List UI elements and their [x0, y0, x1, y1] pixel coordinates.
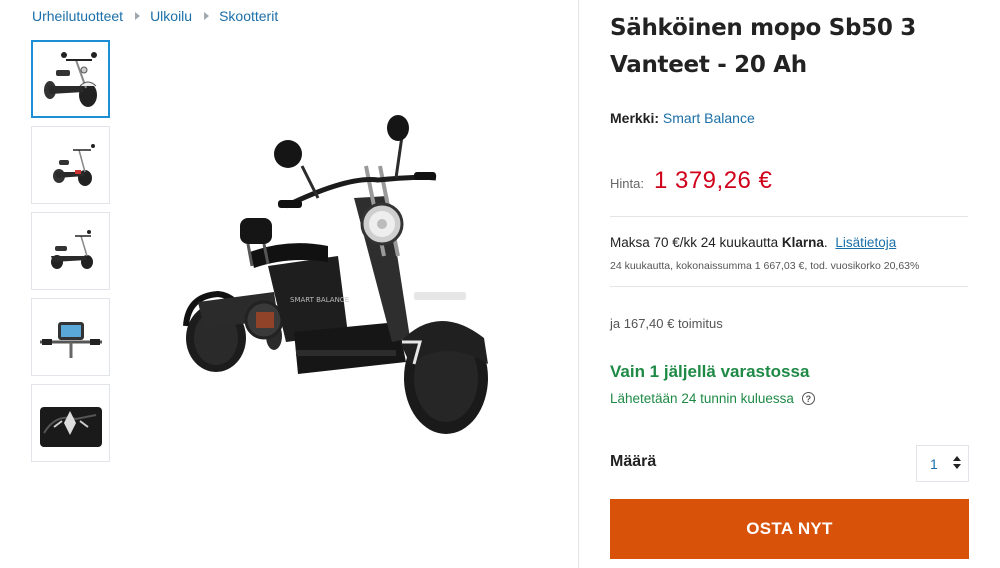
klarna-brand: Klarna [781, 235, 824, 250]
price-row: Hinta: 1 379,26 € [610, 167, 772, 195]
main-product-image[interactable]: SMART BALANCE [178, 106, 508, 441]
thumbnail-list [31, 40, 110, 470]
quantity-label: Määrä [610, 453, 657, 470]
scooter-profile-image [50, 230, 93, 269]
seat-detail-image [39, 407, 102, 447]
shipping-cost: ja 167,40 € toimitus [610, 316, 723, 331]
klarna-terms: 24 kuukautta, kokonaissumma 1 667,03 €, … [610, 260, 920, 272]
thumbnail-5[interactable] [31, 384, 110, 462]
delivery-info: Lähetetään 24 tunnin kuluessa ? [610, 391, 815, 406]
klarna-financing: Maksa 70 €/kk 24 kuukautta Klarna. Lisät… [610, 235, 896, 250]
dashboard-image [39, 322, 102, 358]
breadcrumb-link-ulkoilu[interactable]: Ulkoilu [150, 8, 192, 24]
scooter-side-image [52, 144, 95, 186]
chevron-right-icon [135, 12, 141, 20]
breadcrumb-link-skootterit[interactable]: Skootterit [219, 8, 278, 24]
arrow-down-icon[interactable] [953, 464, 961, 469]
help-icon[interactable]: ? [801, 392, 815, 405]
klarna-text: Maksa 70 €/kk 24 kuukautta [610, 235, 782, 250]
product-title: Sähköinen mopo Sb50 3 Vanteet - 20 Ah [610, 15, 916, 78]
thumbnail-2[interactable] [31, 126, 110, 204]
breadcrumb-link-urheilutuotteet[interactable]: Urheilutuotteet [32, 8, 123, 24]
klarna-dot: . [823, 235, 828, 250]
quantity-value: 1 [930, 455, 938, 472]
stock-status: Vain 1 jäljellä varastossa [610, 362, 810, 381]
delivery-text: Lähetetään 24 tunnin kuluessa [610, 391, 794, 406]
brand-label: Merkki: [610, 110, 660, 126]
thumbnail-1[interactable] [31, 40, 110, 118]
thumbnail-3[interactable] [31, 212, 110, 290]
quantity-stepper[interactable]: 1 [916, 445, 969, 482]
buy-now-button[interactable]: OSTA NYT [610, 499, 969, 559]
svg-text:SMART BALANCE: SMART BALANCE [290, 296, 349, 304]
brand-link[interactable]: Smart Balance [663, 110, 755, 126]
electric-trike-image: SMART BALANCE [183, 115, 488, 434]
brand-row: Merkki: Smart Balance [610, 110, 755, 126]
stepper-arrows-icon[interactable] [953, 456, 961, 469]
price-value: 1 379,26 € [653, 167, 773, 194]
breadcrumb: Urheilutuotteet Ulkoilu Skootterit [32, 8, 278, 24]
scooter-front-image [43, 52, 97, 107]
thumbnail-4[interactable] [31, 298, 110, 376]
divider [610, 216, 968, 217]
divider [610, 286, 968, 287]
arrow-up-icon[interactable] [953, 456, 961, 461]
chevron-right-icon [204, 12, 210, 20]
klarna-info-link[interactable]: Lisätietoja [835, 235, 896, 250]
column-divider [578, 0, 579, 568]
price-label: Hinta: [610, 176, 644, 191]
